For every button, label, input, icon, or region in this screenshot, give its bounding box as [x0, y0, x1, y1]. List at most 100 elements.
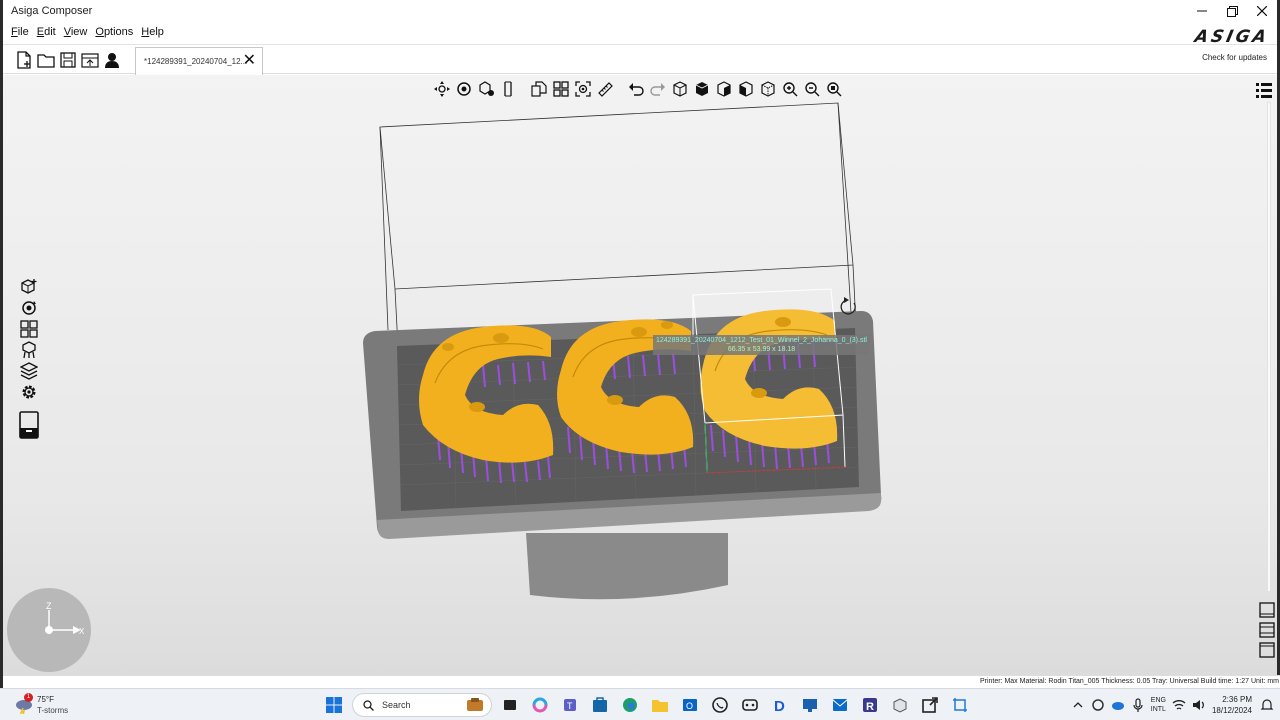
menu-file[interactable]: File — [9, 24, 35, 42]
viewport-scrollbar[interactable] — [1267, 102, 1271, 592]
store-button[interactable] — [588, 693, 612, 717]
orientation-gizmo[interactable]: Z X — [7, 588, 91, 672]
menu-view[interactable]: View — [62, 24, 94, 42]
app-button-monitor[interactable] — [798, 693, 822, 717]
arrange-button[interactable] — [551, 79, 570, 98]
menu-help[interactable]: Help — [139, 24, 170, 42]
app-button-mail[interactable] — [828, 693, 852, 717]
printer-button[interactable] — [18, 410, 40, 440]
whatsapp-button[interactable] — [708, 693, 732, 717]
start-button[interactable] — [322, 693, 346, 717]
save-button[interactable] — [59, 50, 77, 70]
move-button[interactable] — [432, 79, 451, 98]
layout-grid-icon — [20, 320, 38, 338]
menu-edit[interactable]: Edit — [35, 24, 62, 42]
external-link-icon — [922, 697, 938, 713]
task-view-button[interactable] — [498, 693, 522, 717]
keyboard-layout: INTL — [1150, 706, 1166, 713]
rotate-button[interactable] — [454, 79, 473, 98]
document-tab-label: *124289391_20240704_12... — [144, 57, 248, 66]
app-button-snip[interactable] — [948, 693, 972, 717]
input-language-button[interactable]: ENG INTL — [1151, 696, 1166, 714]
select-all-button[interactable] — [573, 79, 592, 98]
restore-icon — [1226, 5, 1238, 17]
language-code: ENG — [1150, 697, 1166, 704]
view-top-icon — [695, 81, 708, 96]
file-explorer-button[interactable] — [648, 693, 672, 717]
arrange-icon — [552, 80, 569, 97]
app-button-1[interactable] — [738, 693, 762, 717]
add-part-icon — [21, 279, 37, 294]
open-button[interactable] — [37, 50, 55, 70]
measure-button[interactable] — [595, 79, 614, 98]
view-iso-button[interactable] — [736, 79, 755, 98]
account-button[interactable] — [103, 50, 121, 70]
volume-button[interactable] — [1192, 698, 1206, 712]
save-as-button[interactable] — [81, 50, 99, 70]
sync-icon — [1092, 699, 1104, 711]
app-button-printer[interactable] — [888, 693, 912, 717]
search-highlight-icon — [467, 698, 483, 711]
check-for-updates-link[interactable]: Check for updates — [1202, 53, 1267, 62]
app-button-share[interactable] — [918, 693, 942, 717]
document-tab[interactable]: *124289391_20240704_12... ✕ — [135, 47, 263, 75]
restore-button[interactable] — [1217, 0, 1247, 22]
view-layout-stack-button[interactable] — [1259, 642, 1275, 658]
settings-button[interactable] — [18, 383, 40, 401]
redo-button[interactable] — [648, 79, 667, 98]
user-icon — [105, 53, 119, 68]
tray-app-1[interactable] — [1091, 698, 1105, 712]
view-side-button[interactable] — [714, 79, 733, 98]
3d-viewport[interactable]: 124289391_20240704_1212_Test_01_Winnel_2… — [3, 75, 1277, 675]
supports-button[interactable] — [18, 341, 40, 359]
duplicate-button[interactable] — [529, 79, 548, 98]
weather-widget[interactable]: 1 75°F T-storms — [14, 693, 94, 717]
slice-button[interactable] — [18, 362, 40, 380]
mirror-button[interactable] — [498, 79, 517, 98]
cloud-icon — [1111, 702, 1124, 710]
panel-list-button[interactable] — [1255, 81, 1273, 99]
onedrive-button[interactable] — [1111, 698, 1125, 712]
app-button-r[interactable]: R — [858, 693, 882, 717]
gamepad-icon — [742, 699, 758, 711]
add-supports-button[interactable] — [476, 79, 495, 98]
view-layout-single-button[interactable] — [1259, 602, 1275, 618]
undo-button[interactable] — [626, 79, 645, 98]
zoom-out-button[interactable] — [802, 79, 821, 98]
layout-button[interactable] — [18, 320, 40, 338]
whatsapp-icon — [712, 697, 728, 713]
taskbar-clock[interactable]: 2:36 PM 18/12/2024 — [1212, 694, 1254, 716]
orient-button[interactable] — [18, 299, 40, 317]
app-button-d[interactable]: D — [768, 693, 792, 717]
close-window-button[interactable] — [1247, 0, 1277, 22]
zoom-in-button[interactable] — [780, 79, 799, 98]
view-layout-split-button[interactable] — [1259, 622, 1275, 638]
list-panel-icon — [1256, 83, 1272, 98]
network-button[interactable] — [1172, 698, 1186, 712]
minimize-button[interactable] — [1187, 0, 1217, 22]
new-file-button[interactable] — [15, 50, 33, 70]
close-tab-button[interactable]: ✕ — [243, 53, 256, 69]
build-scene — [363, 102, 882, 600]
view-top-button[interactable] — [692, 79, 711, 98]
view-iso-icon — [738, 80, 753, 97]
notifications-button[interactable] — [1260, 698, 1274, 712]
copilot-button[interactable] — [528, 693, 552, 717]
view-back-button[interactable] — [758, 79, 777, 98]
microphone-button[interactable] — [1131, 698, 1145, 712]
menu-options[interactable]: Options — [93, 24, 139, 42]
teams-button[interactable]: T — [558, 693, 582, 717]
taskbar-apps: Search T O D R — [322, 693, 972, 717]
mail-app-icon — [832, 699, 848, 711]
add-part-button[interactable] — [18, 278, 40, 296]
taskbar-search[interactable]: Search — [352, 693, 492, 717]
svg-text:T: T — [567, 701, 573, 711]
clock-time: 2:36 PM — [1222, 695, 1252, 704]
outlook-button[interactable]: O — [678, 693, 702, 717]
view-front-button[interactable] — [670, 79, 689, 98]
rotate-handle[interactable] — [840, 297, 856, 315]
show-hidden-icons-button[interactable] — [1071, 698, 1085, 712]
zoom-fit-button[interactable] — [824, 79, 843, 98]
select-all-icon — [574, 80, 591, 97]
edge-button[interactable] — [618, 693, 642, 717]
